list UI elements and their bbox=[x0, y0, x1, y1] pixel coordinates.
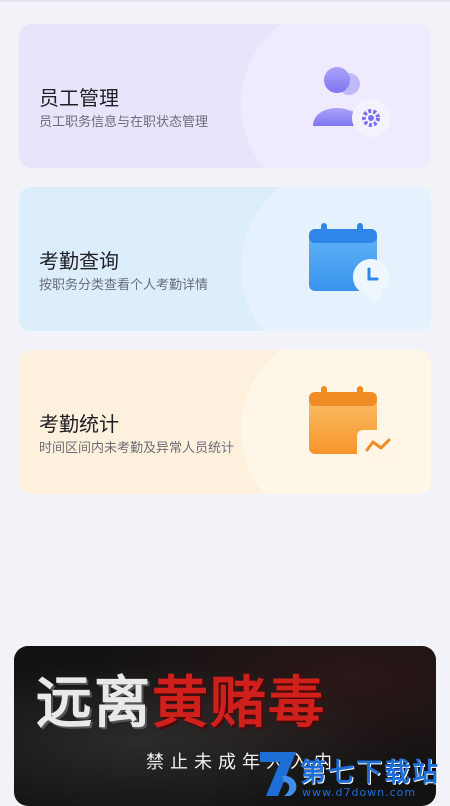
card-description: 时间区间内未考勤及异常人员统计 bbox=[39, 441, 235, 456]
top-divider bbox=[0, 0, 450, 2]
card-description: 员工职务信息与在职状态管理 bbox=[39, 115, 209, 130]
card-title: 员工管理 bbox=[39, 86, 119, 110]
staff-management-card[interactable]: 员工管理 员工职务信息与在职状态管理 bbox=[19, 24, 431, 168]
card-title: 考勤查询 bbox=[39, 249, 119, 273]
slogan-red: 黄赌毒 bbox=[152, 670, 326, 736]
banner-slogan: 远离黄赌毒 bbox=[36, 668, 326, 738]
card-title: 考勤统计 bbox=[39, 412, 119, 436]
d7-logo-icon bbox=[260, 752, 297, 796]
attendance-statistics-card[interactable]: 考勤统计 时间区间内未考勤及异常人员统计 bbox=[19, 350, 431, 494]
card-description: 按职务分类查看个人考勤详情 bbox=[39, 278, 209, 293]
site-watermark: 第七下载站 www.d7down.com bbox=[256, 746, 450, 800]
slogan-white: 远离 bbox=[36, 670, 152, 736]
users-gear-icon bbox=[313, 67, 390, 137]
attendance-query-card[interactable]: 考勤查询 按职务分类查看个人考勤详情 bbox=[19, 187, 431, 331]
watermark-url: www.d7down.com bbox=[302, 786, 417, 799]
watermark-name: 第七下载站 bbox=[300, 758, 441, 788]
calendar-clock-icon bbox=[309, 223, 389, 303]
calendar-chart-icon bbox=[309, 386, 401, 462]
